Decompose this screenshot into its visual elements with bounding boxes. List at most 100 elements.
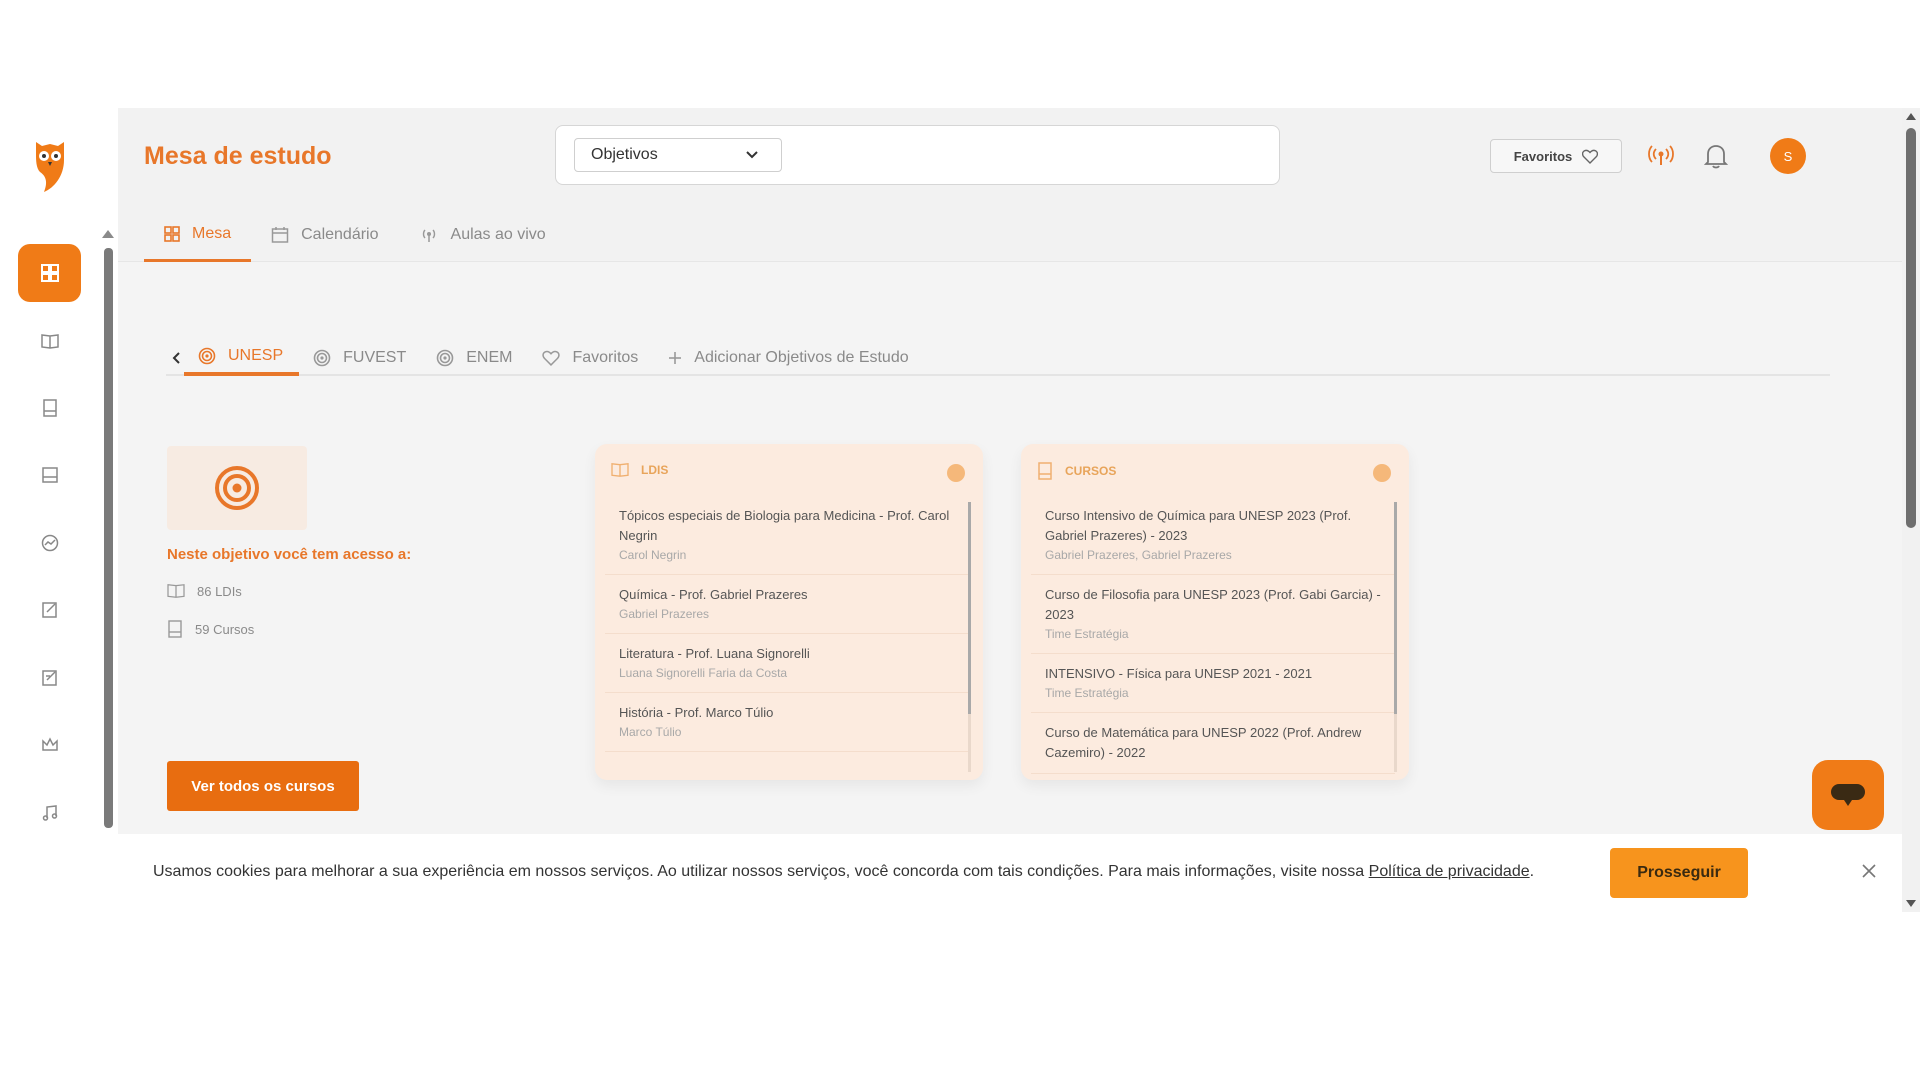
objective-badge bbox=[167, 446, 307, 530]
calendar-icon bbox=[271, 227, 289, 243]
sidebar-item-simulados[interactable] bbox=[18, 649, 81, 707]
objective-tab-add[interactable]: Adicionar Objetivos de Estudo bbox=[654, 340, 924, 376]
music-icon bbox=[42, 805, 57, 821]
cursos-card-indicator[interactable] bbox=[1373, 464, 1391, 482]
chat-button[interactable] bbox=[1812, 760, 1884, 830]
target-icon bbox=[313, 349, 331, 367]
ldis-scrollbar[interactable] bbox=[968, 502, 971, 714]
list-item-subtitle: Luana Signorelli Faria da Costa bbox=[619, 666, 788, 680]
cursos-count: 59 Cursos bbox=[167, 620, 254, 638]
heart-icon bbox=[1582, 149, 1599, 164]
objective-search-box[interactable]: Objetivos bbox=[555, 125, 1280, 185]
objective-tab-enem[interactable]: ENEM bbox=[422, 340, 528, 376]
sidebar-item-ldis[interactable] bbox=[18, 312, 81, 370]
bell-icon[interactable] bbox=[1704, 143, 1728, 169]
sidebar-item-premium[interactable] bbox=[18, 716, 81, 774]
chat-icon bbox=[1831, 784, 1865, 806]
list-item-title: Tópicos especiais de Biologia para Medic… bbox=[619, 508, 950, 543]
scroll-down-icon[interactable] bbox=[1906, 900, 1916, 907]
favorites-button[interactable]: Favoritos bbox=[1490, 139, 1622, 173]
list-item-subtitle: Time Estratégia bbox=[1045, 627, 1129, 641]
list-item[interactable]: Curso de Matemática para UNESP 2022 (Pro… bbox=[1031, 713, 1395, 774]
tab-label: Aulas ao vivo bbox=[450, 226, 546, 243]
list-item-subtitle: Gabriel Prazeres bbox=[619, 607, 710, 621]
close-icon[interactable] bbox=[1862, 864, 1876, 878]
privacy-policy-link[interactable]: Política de privacidade bbox=[1369, 863, 1530, 880]
main-tabs: Mesa Calendário Aulas ao vivo bbox=[144, 208, 566, 262]
ldis-card-header: LDIS bbox=[611, 462, 668, 478]
owl-logo[interactable] bbox=[32, 138, 68, 192]
objective-tab-favoritos[interactable]: Favoritos bbox=[528, 340, 654, 376]
sidebar-item-performance[interactable] bbox=[18, 514, 81, 572]
document-icon bbox=[41, 467, 58, 483]
page-scrollbar[interactable] bbox=[1906, 128, 1916, 528]
target-icon bbox=[215, 466, 259, 510]
ldis-card: LDIS Tópicos especiais de Biologia para … bbox=[595, 444, 983, 780]
notebook-icon bbox=[1038, 462, 1052, 480]
list-item-subtitle: Time Estratégia bbox=[1045, 686, 1129, 700]
list-item[interactable]: Curso de Filosofia para UNESP 2023 (Prof… bbox=[1031, 575, 1395, 654]
chart-icon bbox=[41, 534, 58, 552]
scroll-up-icon[interactable] bbox=[1906, 113, 1916, 120]
objective-tab-label: FUVEST bbox=[343, 349, 407, 366]
sidebar-scroll-up-icon[interactable] bbox=[102, 230, 114, 238]
grid-icon bbox=[164, 225, 180, 242]
list-item[interactable]: INTENSIVO - Física para UNESP 2021 - 202… bbox=[1031, 654, 1395, 713]
list-item[interactable]: Literatura - Prof. Luana Signorelli Luan… bbox=[605, 634, 969, 693]
list-item[interactable]: História - Prof. Marco Túlio Marco Túlio bbox=[605, 693, 969, 752]
sidebar-item-documents[interactable] bbox=[18, 446, 81, 504]
broadcast-icon[interactable] bbox=[1648, 144, 1674, 168]
cursos-card: CURSOS Curso Intensivo de Química para U… bbox=[1021, 444, 1409, 780]
edit-icon bbox=[41, 602, 57, 618]
list-item-title: História - Prof. Marco Túlio bbox=[619, 705, 774, 720]
sidebar-item-audio[interactable] bbox=[18, 784, 81, 842]
tab-aulas-ao-vivo[interactable]: Aulas ao vivo bbox=[399, 208, 566, 262]
tab-label: Mesa bbox=[192, 224, 232, 242]
heart-icon bbox=[542, 350, 561, 366]
tab-mesa[interactable]: Mesa bbox=[144, 208, 252, 262]
sidebar-item-dashboard[interactable] bbox=[18, 244, 81, 302]
list-item-subtitle: Marco Túlio bbox=[619, 725, 682, 739]
list-item[interactable]: Química - Prof. Gabriel Prazeres Gabriel… bbox=[605, 575, 969, 634]
objective-select[interactable]: Objetivos bbox=[574, 138, 782, 172]
cookie-message: Usamos cookies para melhorar a sua exper… bbox=[153, 863, 1369, 880]
cookie-text: Usamos cookies para melhorar a sua exper… bbox=[153, 863, 1534, 881]
objective-tab-label: ENEM bbox=[466, 349, 513, 366]
ldis-count-label: 86 LDIs bbox=[197, 583, 242, 599]
see-all-courses-button[interactable]: Ver todos os cursos bbox=[167, 761, 359, 811]
chevron-down-icon bbox=[746, 151, 758, 159]
list-item[interactable]: Curso Intensivo de Química para UNESP 20… bbox=[1031, 496, 1395, 575]
ldis-card-indicator[interactable] bbox=[947, 464, 965, 482]
ldis-list: Tópicos especiais de Biologia para Medic… bbox=[605, 496, 969, 752]
book-open-icon bbox=[167, 584, 185, 598]
broadcast-icon bbox=[422, 229, 435, 242]
cursos-card-header: CURSOS bbox=[1037, 462, 1116, 480]
objective-tab-label: UNESP bbox=[228, 347, 284, 364]
list-item[interactable]: Tópicos especiais de Biologia para Medic… bbox=[605, 496, 969, 575]
tab-calendario[interactable]: Calendário bbox=[251, 208, 398, 262]
avatar[interactable]: S bbox=[1770, 138, 1806, 174]
book-open-icon bbox=[40, 334, 59, 349]
sidebar bbox=[0, 108, 118, 912]
list-item-title: INTENSIVO - Física para UNESP 2021 - 202… bbox=[1045, 666, 1313, 681]
objective-tab-unesp[interactable]: UNESP bbox=[184, 340, 300, 376]
crown-icon bbox=[41, 737, 58, 751]
main-area: Mesa de estudo Objetivos Favoritos S Mes… bbox=[118, 108, 1902, 912]
dashboard-icon bbox=[40, 264, 59, 282]
cursos-scrollbar[interactable] bbox=[1394, 502, 1397, 714]
list-item-subtitle: Gabriel Prazeres, Gabriel Prazeres bbox=[1045, 548, 1232, 562]
objective-tab-label: Favoritos bbox=[572, 349, 639, 366]
favorites-label: Favoritos bbox=[1513, 148, 1573, 164]
page-title: Mesa de estudo bbox=[144, 142, 332, 170]
sidebar-item-exercises[interactable] bbox=[18, 581, 81, 639]
objective-tab-fuvest[interactable]: FUVEST bbox=[299, 340, 422, 376]
cookie-accept-button[interactable]: Prosseguir bbox=[1610, 848, 1748, 898]
target-icon bbox=[436, 349, 454, 367]
sidebar-item-cursos[interactable] bbox=[18, 379, 81, 437]
app-frame: Mesa de estudo Objetivos Favoritos S Mes… bbox=[0, 108, 1920, 912]
notebook-icon bbox=[42, 399, 57, 417]
plus-icon bbox=[669, 352, 682, 364]
chevron-left-icon[interactable] bbox=[166, 340, 184, 376]
cursos-count-label: 59 Cursos bbox=[195, 621, 255, 637]
sidebar-scrollbar[interactable] bbox=[104, 248, 113, 828]
